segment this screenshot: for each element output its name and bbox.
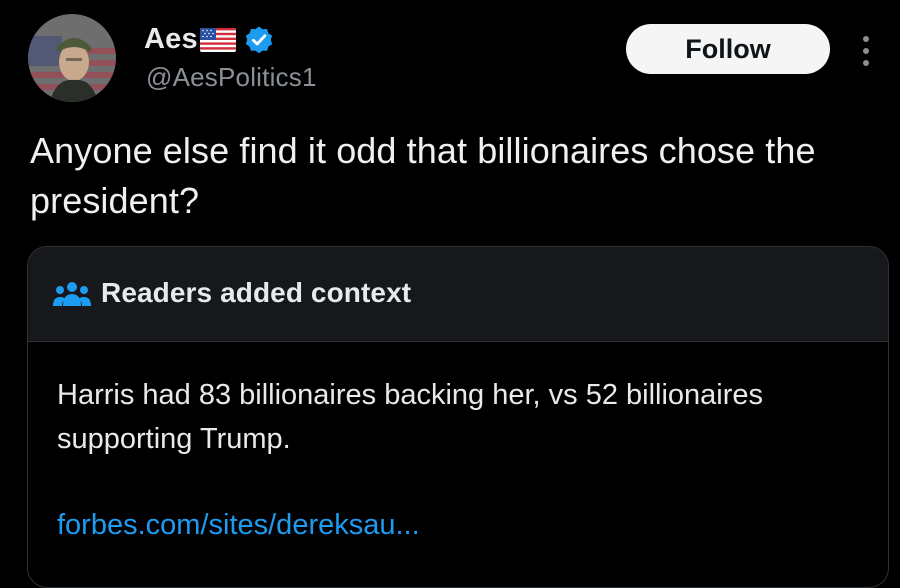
author-name-row: Aes [144, 20, 274, 58]
readers-people-icon [52, 280, 92, 308]
post-header: Aes @AesPolitics1 Follow [0, 0, 900, 110]
post-text: Anyone else find it odd that billionaire… [30, 130, 816, 221]
community-note: Readers added context Harris had 83 bill… [27, 246, 889, 588]
author-avatar[interactable] [28, 14, 116, 102]
author-display-name[interactable]: Aes [144, 23, 198, 56]
verified-badge-icon [244, 25, 274, 55]
community-note-body: Harris had 83 billionaires backing her, … [57, 379, 764, 455]
follow-button[interactable]: Follow [626, 24, 830, 74]
community-note-source-link[interactable]: forbes.com/sites/dereksau... [57, 509, 420, 542]
more-options-icon[interactable] [856, 34, 876, 68]
author-handle[interactable]: @AesPolitics1 [146, 62, 317, 93]
us-flag-icon [199, 28, 236, 52]
profile-avatar-icon [28, 14, 116, 102]
community-note-title: Readers added context [101, 277, 412, 308]
community-note-header[interactable]: Readers added context [28, 247, 888, 342]
